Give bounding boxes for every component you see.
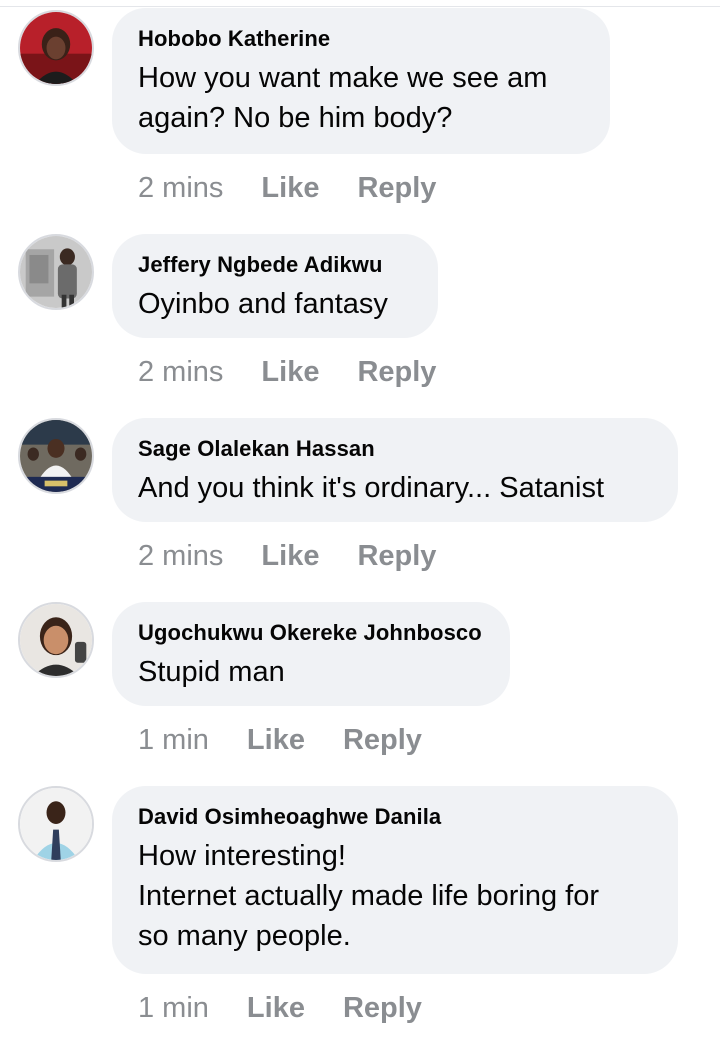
comment-timestamp[interactable]: 2 mins	[138, 356, 223, 389]
reply-button[interactable]: Reply	[343, 992, 422, 1025]
like-button[interactable]: Like	[261, 356, 319, 389]
comment-timestamp[interactable]: 2 mins	[138, 540, 223, 573]
reply-button[interactable]: Reply	[357, 172, 436, 205]
comment-text: How you want make we see am again? No be…	[138, 62, 548, 134]
comment-bubble: Sage Olalekan Hassan And you think it's …	[112, 418, 678, 522]
comment-timestamp[interactable]: 1 min	[138, 992, 209, 1025]
reply-button[interactable]: Reply	[357, 356, 436, 389]
like-button[interactable]: Like	[247, 724, 305, 757]
top-divider	[0, 6, 720, 7]
comment-author[interactable]: Sage Olalekan Hassan	[138, 436, 652, 462]
comment-author[interactable]: Ugochukwu Okereke Johnbosco	[138, 620, 484, 646]
comment-bubble: David Osimheoaghwe Danila How interestin…	[112, 786, 678, 974]
comment-actions: 2 mins Like Reply	[138, 536, 436, 576]
comment-author[interactable]: Hobobo Katherine	[138, 26, 584, 52]
comment-actions: 1 min Like Reply	[138, 988, 422, 1028]
reply-button[interactable]: Reply	[343, 724, 422, 757]
comment-bubble: Ugochukwu Okereke Johnbosco Stupid man	[112, 602, 510, 706]
comment-bubble: Hobobo Katherine How you want make we se…	[112, 8, 610, 154]
like-button[interactable]: Like	[261, 540, 319, 573]
avatar[interactable]	[18, 10, 94, 86]
avatar[interactable]	[18, 234, 94, 310]
comment-text: Stupid man	[138, 656, 285, 688]
avatar[interactable]	[18, 418, 94, 494]
like-button[interactable]: Like	[261, 172, 319, 205]
comment-actions: 1 min Like Reply	[138, 720, 422, 760]
comment-author[interactable]: Jeffery Ngbede Adikwu	[138, 252, 412, 278]
comment-text: Oyinbo and fantasy	[138, 288, 388, 320]
comment-text: How interesting! Internet actually made …	[138, 840, 600, 952]
reply-button[interactable]: Reply	[357, 540, 436, 573]
avatar[interactable]	[18, 786, 94, 862]
comment-text: And you think it's ordinary... Satanist	[138, 472, 605, 504]
like-button[interactable]: Like	[247, 992, 305, 1025]
comment-actions: 2 mins Like Reply	[138, 352, 436, 392]
comment-actions: 2 mins Like Reply	[138, 168, 436, 208]
comment-bubble: Jeffery Ngbede Adikwu Oyinbo and fantasy	[112, 234, 438, 338]
comment-author[interactable]: David Osimheoaghwe Danila	[138, 804, 652, 830]
comment-timestamp[interactable]: 1 min	[138, 724, 209, 757]
avatar[interactable]	[18, 602, 94, 678]
comment-timestamp[interactable]: 2 mins	[138, 172, 223, 205]
